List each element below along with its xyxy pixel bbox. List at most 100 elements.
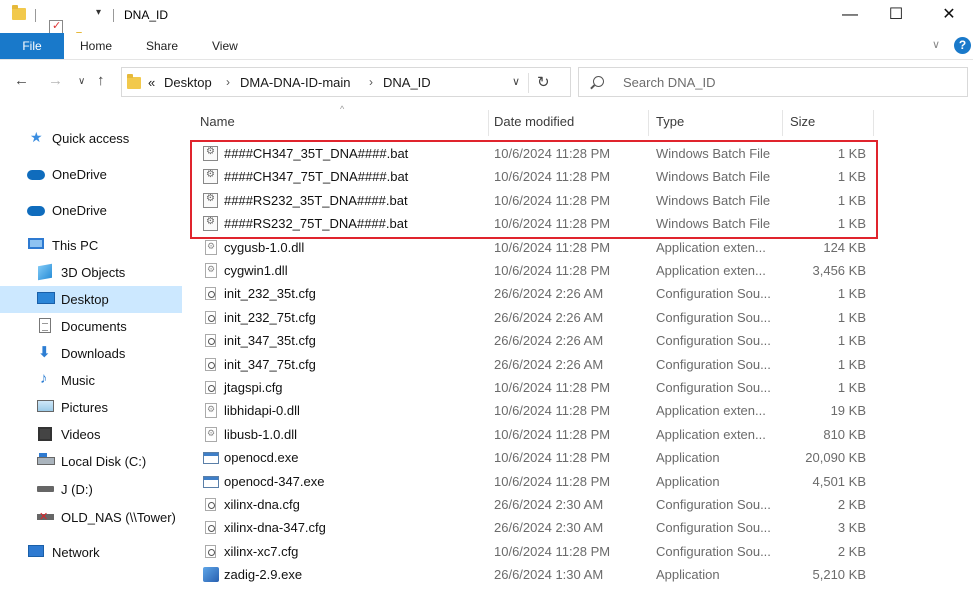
help-icon[interactable]: ? <box>954 37 971 54</box>
config-file-icon <box>205 287 216 301</box>
recent-locations-chevron-icon[interactable]: ∨ <box>78 76 85 87</box>
file-name: init_347_35t.cfg <box>224 333 316 349</box>
file-type: Configuration Sou... <box>656 543 771 559</box>
nav-item-music[interactable]: ♪ Music <box>0 367 182 394</box>
file-type: Configuration Sou... <box>656 309 771 325</box>
file-date-modified: 10/6/2024 11:28 PM <box>494 380 611 395</box>
search-input[interactable]: Search DNA_ID <box>623 75 715 90</box>
nav-item-videos[interactable]: Videos <box>0 421 182 448</box>
breadcrumb-overflow[interactable]: « <box>148 75 155 90</box>
nav-item-old-nas[interactable]: OLD_NAS (\\Tower) <box>0 504 182 531</box>
file-row[interactable]: ####RS232_75T_DNA####.bat 10/6/2024 11:28… <box>188 212 878 235</box>
nav-item-local-disk[interactable]: Local Disk (C:) <box>0 448 182 475</box>
file-row[interactable]: libusb-1.0.dll 10/6/2024 11:28 PM Applicat… <box>188 423 878 446</box>
search-box[interactable]: Search DNA_ID <box>578 67 968 97</box>
onedrive-cloud-icon <box>27 206 45 216</box>
file-row[interactable]: xilinx-dna.cfg 26/6/2024 2:30 AM Configura… <box>188 493 878 516</box>
tab-file[interactable]: File <box>0 33 64 59</box>
nav-item-quick-access[interactable]: ★ Quick access <box>0 125 182 152</box>
file-date-modified: 10/6/2024 11:28 PM <box>494 426 611 442</box>
column-header-date-modified[interactable]: Date modified <box>494 114 574 129</box>
dll-file-icon <box>205 263 217 278</box>
file-row[interactable]: init_347_75t.cfg 26/6/2024 2:26 AM Configu… <box>188 353 878 376</box>
batch-file-icon <box>203 169 218 185</box>
breadcrumb-chevron-icon[interactable]: › <box>369 75 373 89</box>
forward-arrow-icon[interactable]: → <box>48 72 63 89</box>
nav-item-pictures[interactable]: Pictures <box>0 394 182 421</box>
nav-item-j-drive[interactable]: J (D:) <box>0 476 182 503</box>
up-arrow-icon[interactable]: ↑ <box>97 72 105 89</box>
breadcrumb-desktop[interactable]: Desktop <box>164 75 212 90</box>
file-row[interactable]: openocd.exe 10/6/2024 11:28 PM Application… <box>188 446 878 469</box>
column-header-type[interactable]: Type <box>656 114 684 129</box>
file-date-modified: 26/6/2024 2:30 AM <box>494 497 604 512</box>
nav-label: Downloads <box>61 346 126 361</box>
tab-view[interactable]: View <box>212 33 238 59</box>
file-row[interactable]: xilinx-dna-347.cfg 26/6/2024 2:30 AM Confi… <box>188 516 878 539</box>
breadcrumb-dma-dna-id-main[interactable]: DMA-DNA-ID-main <box>240 75 351 90</box>
file-date-modified: 10/6/2024 11:28 PM <box>494 146 611 161</box>
nav-item-downloads[interactable]: ⬇ Downloads <box>0 340 182 367</box>
nav-item-network[interactable]: Network <box>0 539 182 566</box>
music-icon: ♪ <box>40 370 48 387</box>
breadcrumb-dna-id[interactable]: DNA_ID <box>383 75 431 90</box>
nav-item-desktop[interactable]: Desktop <box>0 286 182 313</box>
back-arrow-icon[interactable]: ← <box>14 72 29 89</box>
file-row[interactable]: init_347_35t.cfg 26/6/2024 2:26 AM Configu… <box>188 329 878 352</box>
file-date-modified: 26/6/2024 2:26 AM <box>494 356 604 372</box>
file-row[interactable]: xilinx-xc7.cfg 10/6/2024 11:28 PM Configur… <box>188 540 878 563</box>
address-dropdown-chevron-icon[interactable]: ∨ <box>512 75 520 88</box>
column-divider[interactable] <box>873 110 874 136</box>
file-name: jtagspi.cfg <box>224 380 283 395</box>
breadcrumb-chevron-icon[interactable]: › <box>226 75 230 89</box>
file-row[interactable]: init_232_75t.cfg 26/6/2024 2:26 AM Configu… <box>188 306 878 329</box>
quick-access-toolbar-dropdown-icon[interactable]: ▾ <box>96 7 101 18</box>
file-type: Application exten... <box>656 403 766 419</box>
pictures-icon <box>37 400 54 412</box>
nav-item-this-pc[interactable]: This PC <box>0 232 182 259</box>
search-icon <box>593 76 604 87</box>
file-type: Application exten... <box>656 263 766 278</box>
close-button[interactable]: ✕ <box>926 0 972 30</box>
file-type: Configuration Sou... <box>656 520 771 536</box>
column-header-name[interactable]: Name <box>200 114 235 129</box>
file-row[interactable]: zadig-2.9.exe 26/6/2024 1:30 AM Applicatio… <box>188 563 878 586</box>
file-list: Name ^ Date modified Type Size ####CH347… <box>188 104 973 613</box>
tab-share[interactable]: Share <box>146 33 178 59</box>
nav-label: Music <box>61 373 95 388</box>
disconnected-network-drive-icon <box>37 510 54 523</box>
drive-icon <box>37 486 54 492</box>
maximize-button[interactable]: ☐ <box>873 0 919 30</box>
application-icon <box>203 475 219 488</box>
file-name: ####RS232_75T_DNA####.bat <box>224 216 408 232</box>
file-row[interactable]: init_232_35t.cfg 26/6/2024 2:26 AM Configu… <box>188 282 878 305</box>
minimize-button[interactable]: — <box>827 0 873 30</box>
file-row[interactable]: openocd-347.exe 10/6/2024 11:28 PM Applica… <box>188 470 878 493</box>
folder-icon <box>127 74 141 89</box>
file-row[interactable]: cygusb-1.0.dll 10/6/2024 11:28 PM Applicat… <box>188 236 878 259</box>
address-bar[interactable]: « Desktop › DMA-DNA-ID-main › DNA_ID ∨ ↻ <box>121 67 571 97</box>
window-title: DNA_ID <box>124 8 169 22</box>
file-row[interactable]: cygwin1.dll 10/6/2024 11:28 PM Application… <box>188 259 878 282</box>
file-row[interactable]: ####CH347_75T_DNA####.bat 10/6/2024 11:28… <box>188 165 878 188</box>
tab-home[interactable]: Home <box>80 33 112 59</box>
dll-file-icon <box>205 426 217 442</box>
column-header-size[interactable]: Size <box>790 114 815 129</box>
nav-item-onedrive[interactable]: OneDrive <box>0 161 182 188</box>
expand-ribbon-chevron-icon[interactable]: ∨ <box>932 38 940 51</box>
nav-item-3d-objects[interactable]: 3D Objects <box>0 259 182 286</box>
file-type: Configuration Sou... <box>656 380 771 395</box>
nav-item-documents[interactable]: Documents <box>0 313 182 340</box>
file-size: 19 KB <box>830 403 866 419</box>
file-row[interactable]: jtagspi.cfg 10/6/2024 11:28 PM Configurati… <box>188 376 878 399</box>
refresh-icon[interactable]: ↻ <box>537 73 550 91</box>
nav-item-onedrive[interactable]: OneDrive <box>0 197 182 224</box>
column-divider[interactable] <box>648 110 649 136</box>
column-divider[interactable] <box>488 110 489 136</box>
column-divider[interactable] <box>782 110 783 136</box>
file-row[interactable]: libhidapi-0.dll 10/6/2024 11:28 PM Applica… <box>188 399 878 422</box>
file-row[interactable]: ####RS232_35T_DNA####.bat 10/6/2024 11:28… <box>188 189 878 212</box>
nav-label: Videos <box>61 427 101 442</box>
file-size: 1 KB <box>837 286 866 302</box>
file-row[interactable]: ####CH347_35T_DNA####.bat 10/6/2024 11:28… <box>188 142 878 165</box>
